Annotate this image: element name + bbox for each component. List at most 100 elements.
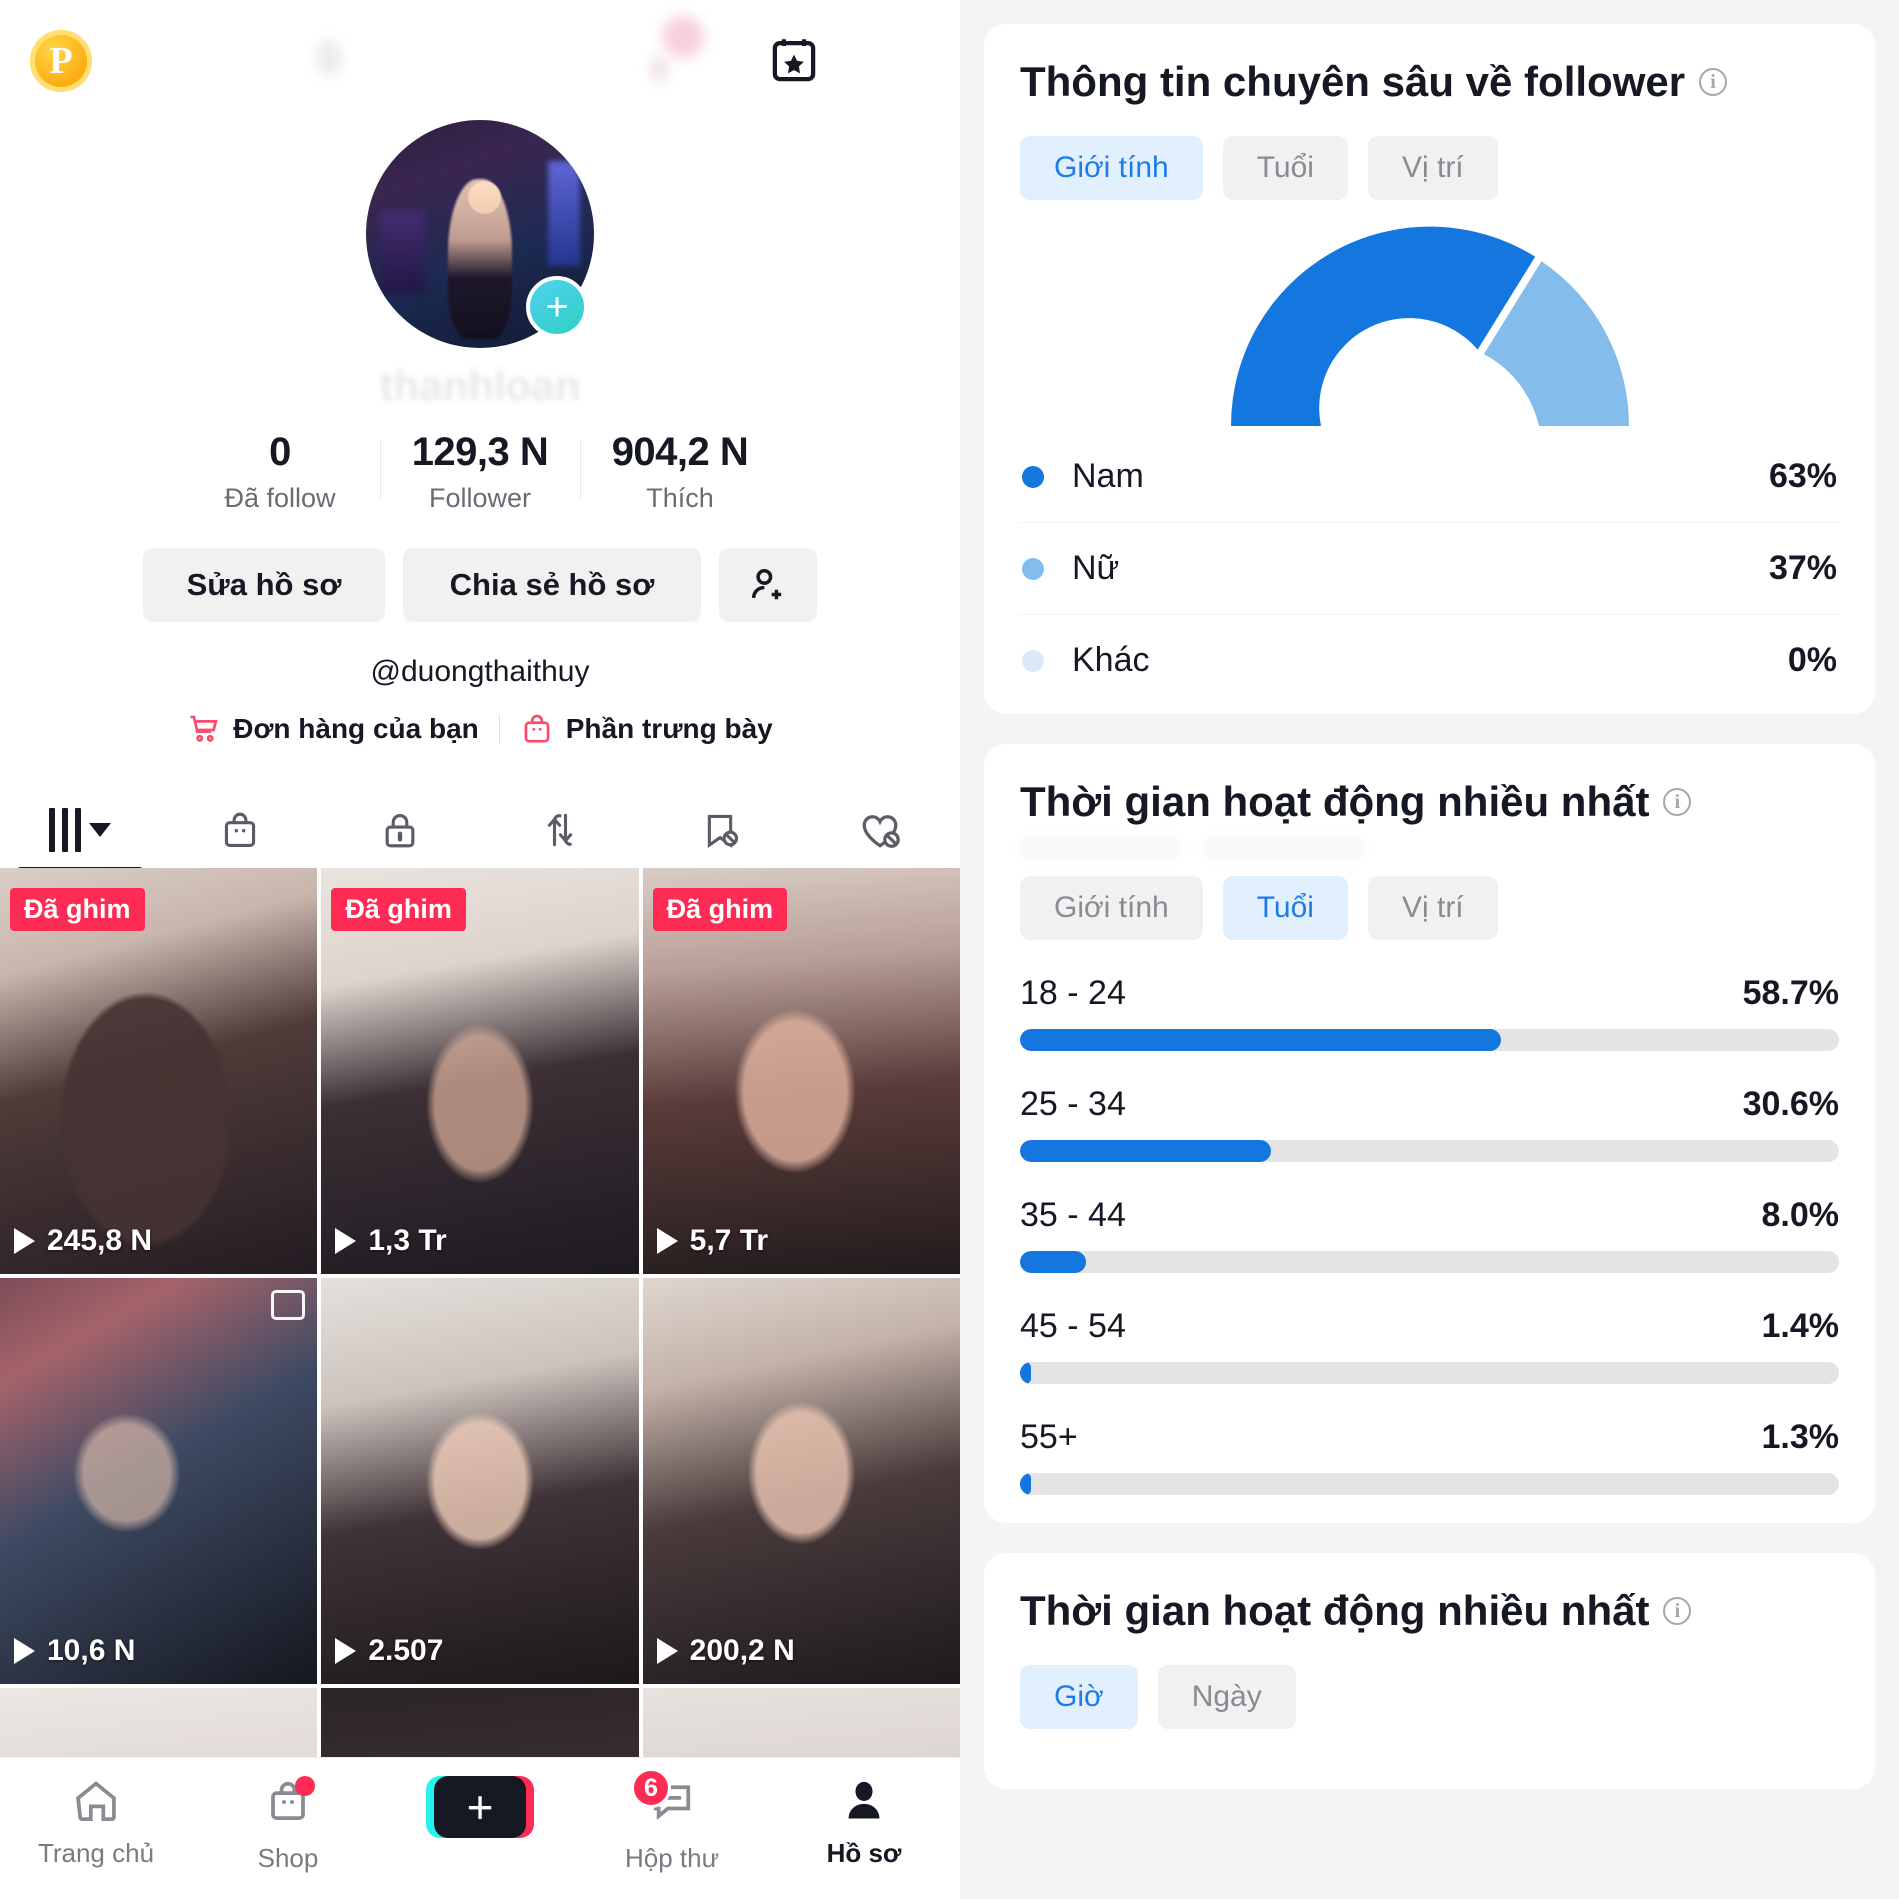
avatar[interactable]: + (366, 120, 594, 348)
inbox-badge: 6 (631, 1768, 671, 1808)
nav-item-profile[interactable]: Hồ sơ (768, 1776, 960, 1869)
gender-legend: Nam 63% Nữ 37% Khác 0% (1020, 431, 1839, 706)
video-thumbnail[interactable]: 2.507 (321, 1278, 639, 1684)
cart-icon (190, 715, 218, 742)
bar-track (1020, 1362, 1839, 1384)
half-donut-svg (1230, 226, 1629, 426)
stat-likes[interactable]: 904,2 N Thích (580, 430, 780, 514)
profile-stats: 0 Đã follow 129,3 N Follower 904,2 N Thí… (0, 430, 960, 514)
tab-reposts[interactable] (480, 790, 640, 870)
bar-value: 58.7% (1742, 974, 1839, 1012)
view-count: 200,2 N (656, 1634, 795, 1668)
age-insights-card: Thời gian hoạt động nhiều nhất i Giới tí… (984, 744, 1875, 1523)
play-icon (335, 1228, 357, 1254)
info-icon[interactable]: i (1663, 788, 1692, 816)
showcase-link[interactable]: Phần trưng bày (500, 712, 793, 746)
stat-following[interactable]: 0 Đã follow (180, 430, 380, 514)
video-thumbnail[interactable] (642, 1688, 960, 1768)
analytics-pane[interactable]: Thông tin chuyên sâu về follower i Giới … (960, 0, 1899, 1899)
hamburger-menu-icon[interactable] (872, 32, 918, 88)
add-friend-button[interactable] (719, 548, 817, 622)
activity-time-card: Thời gian hoạt động nhiều nhất i Giờ Ngà… (984, 1553, 1875, 1789)
legend-value: 63% (1768, 457, 1837, 495)
stat-value: 0 (269, 430, 291, 474)
coin-badge[interactable]: P (30, 30, 92, 92)
bar-value: 8.0% (1761, 1196, 1840, 1234)
card-title-label: Thông tin chuyên sâu về follower (1020, 58, 1686, 105)
nav-item-home[interactable]: Trang chủ (0, 1776, 192, 1869)
tab-liked[interactable] (800, 790, 960, 870)
card-title: Thông tin chuyên sâu về follower i (1020, 58, 1839, 106)
bar-fill (1020, 1140, 1271, 1162)
pinned-badge: Đã ghim (10, 888, 145, 931)
tab-tuoi[interactable]: Tuổi (1222, 136, 1348, 200)
blurred-artifact (316, 40, 342, 76)
bar-fill (1020, 1251, 1086, 1273)
edit-profile-button[interactable]: Sửa hồ sơ (143, 548, 385, 622)
age-bar-row: 18 - 24 58.7% (1020, 974, 1839, 1051)
pinned-badge: Đã ghim (652, 888, 788, 931)
legend-row: Nam 63% (1020, 431, 1839, 522)
heart-slash-icon (862, 815, 900, 848)
video-thumbnail[interactable]: Đã ghim 245,8 N (0, 868, 318, 1274)
repost-arrows-icon (547, 813, 573, 847)
view-count-label: 245,8 N (47, 1224, 153, 1257)
card-title-label: Thời gian hoạt động nhiều nhất (1020, 1587, 1650, 1634)
add-story-button[interactable]: + (526, 276, 588, 338)
tab-ngay[interactable]: Ngày (1157, 1665, 1296, 1729)
orders-link[interactable]: Đơn hàng của bạn (167, 712, 498, 746)
profile-person-icon (848, 1781, 880, 1819)
stat-followers[interactable]: 129,3 N Follower (380, 430, 580, 514)
view-count-label: 10,6 N (47, 1634, 136, 1667)
showcase-link-label: Phần trưng bày (565, 713, 773, 744)
profile-tabs (0, 790, 960, 870)
sidebar-item-videos[interactable] (0, 790, 160, 870)
card-title-label: Thời gian hoạt động nhiều nhất (1020, 778, 1650, 825)
pinned-badge: Đã ghim (331, 888, 466, 931)
video-thumbnail[interactable]: 200,2 N (642, 1278, 960, 1684)
bar-track (1020, 1140, 1839, 1162)
tab-vi-tri[interactable]: Vị trí (1367, 876, 1498, 940)
age-bar-row: 25 - 34 30.6% (1020, 1085, 1839, 1162)
tab-shop[interactable] (160, 790, 320, 870)
stat-label: Thích (646, 483, 714, 513)
video-thumbnail[interactable] (321, 1688, 639, 1768)
age-bar-row: 45 - 54 1.4% (1020, 1307, 1839, 1384)
tab-private[interactable] (320, 790, 480, 870)
video-thumbnail[interactable]: 10,6 N (0, 1278, 318, 1684)
info-icon[interactable]: i (1699, 68, 1728, 96)
info-icon[interactable]: i (1663, 1597, 1692, 1625)
bar-value: 1.3% (1761, 1418, 1840, 1456)
tab-gio[interactable]: Giờ (1020, 1665, 1138, 1729)
video-grid: Đã ghim 245,8 N Đã ghim 1,3 Tr Đã ghim 5… (0, 868, 960, 1768)
age-bar-row: 55+ 1.3% (1020, 1418, 1839, 1495)
calendar-star-icon[interactable] (766, 32, 822, 88)
tab-gioi-tinh[interactable]: Giới tính (1020, 136, 1203, 200)
tab-gioi-tinh[interactable]: Giới tính (1020, 876, 1203, 940)
play-icon (335, 1638, 357, 1664)
video-thumbnail[interactable] (0, 1688, 318, 1768)
bar-label: 35 - 44 (1020, 1196, 1126, 1234)
profile-handle[interactable]: @duongthaithuy (0, 655, 960, 689)
tab-saved[interactable] (640, 790, 800, 870)
partially-hidden-tabs (1020, 834, 1839, 860)
bar-track (1020, 1029, 1839, 1051)
stat-label: Đã follow (224, 483, 336, 513)
play-icon (14, 1228, 35, 1254)
legend-label: Nữ (1072, 549, 1120, 587)
video-thumbnail[interactable]: Đã ghim 5,7 Tr (642, 868, 960, 1274)
multi-photo-icon (271, 1290, 306, 1320)
bars-grid-icon (49, 808, 81, 852)
blurred-artifact (650, 56, 668, 82)
view-count-label: 200,2 N (689, 1634, 795, 1667)
tab-tuoi[interactable]: Tuổi (1222, 876, 1348, 940)
video-thumbnail[interactable]: Đã ghim 1,3 Tr (321, 868, 639, 1274)
share-profile-button[interactable]: Chia sẻ hồ sơ (403, 548, 701, 622)
nav-item-create[interactable]: + (384, 1776, 576, 1850)
create-plus-icon[interactable]: + (426, 1776, 534, 1838)
nav-item-inbox[interactable]: 6 Hộp thư (576, 1768, 768, 1874)
shopping-bag-icon (524, 714, 550, 743)
nav-item-shop[interactable]: Shop (192, 1776, 384, 1874)
nav-item-label: Hộp thư (624, 1843, 719, 1873)
tab-vi-tri[interactable]: Vị trí (1367, 136, 1498, 200)
